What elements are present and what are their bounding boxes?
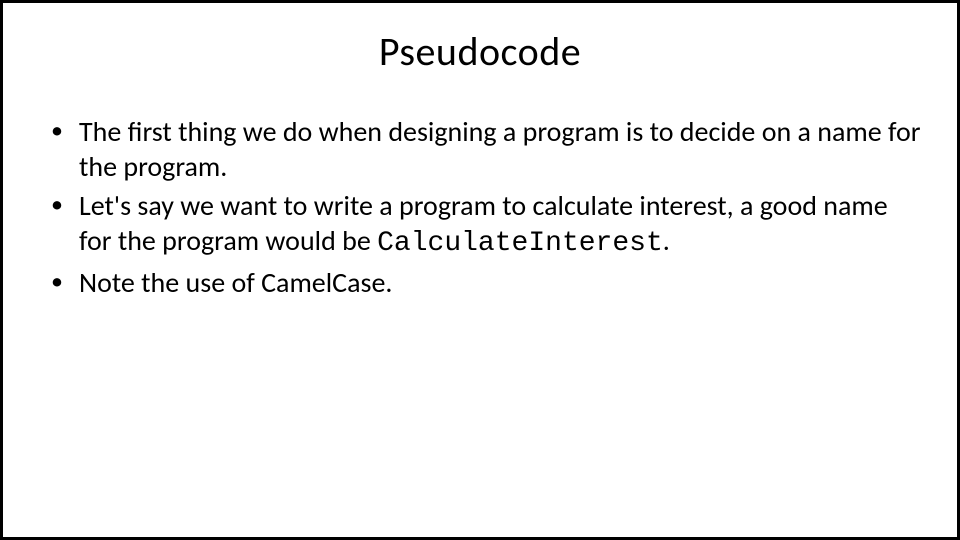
bullet-text: The first thing we do when designing a p… xyxy=(79,114,920,184)
list-item: Let's say we want to write a program to … xyxy=(39,188,921,261)
bullet-code: CalculateInterest xyxy=(377,228,663,259)
list-item: The first thing we do when designing a p… xyxy=(39,114,921,184)
slide-title: Pseudocode xyxy=(39,27,921,76)
slide-body: The first thing we do when designing a p… xyxy=(39,114,921,304)
slide: Pseudocode The first thing we do when de… xyxy=(0,0,960,540)
bullet-text-suffix: . xyxy=(663,223,670,258)
bullet-list: The first thing we do when designing a p… xyxy=(39,114,921,300)
list-item: Note the use of CamelCase. xyxy=(39,265,921,300)
bullet-text: Note the use of CamelCase. xyxy=(79,265,392,300)
